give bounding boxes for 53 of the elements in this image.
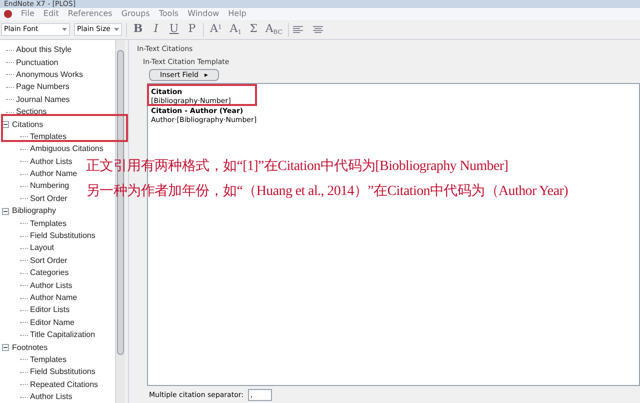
tree-item[interactable]: Sort Order bbox=[30, 194, 68, 203]
tree-item[interactable]: Layout bbox=[30, 244, 54, 252]
menu-item[interactable]: Edit bbox=[43, 10, 59, 18]
format-button[interactable]: P bbox=[185, 21, 199, 38]
collapse-icon[interactable] bbox=[2, 208, 9, 215]
tree-item[interactable]: Editor Lists bbox=[30, 306, 70, 314]
tree-item[interactable]: Templates bbox=[30, 356, 66, 364]
tree-item[interactable]: Page Numbers bbox=[16, 83, 70, 92]
format-button[interactable]: B bbox=[131, 21, 145, 38]
tree-item[interactable]: Sort Order bbox=[30, 256, 68, 265]
tree-item[interactable]: About this Style bbox=[16, 46, 72, 54]
tree-item[interactable]: Author Name bbox=[30, 294, 78, 302]
menu-item[interactable]: File bbox=[21, 10, 34, 18]
tree-item[interactable]: Numbering bbox=[30, 182, 70, 190]
tree-item[interactable]: Templates bbox=[30, 220, 66, 228]
tree-item[interactable]: Author Lists bbox=[30, 393, 72, 402]
annotation-text: 另一种为作者加年份，如“（Huang et al., 2014）”在Citation中代码为（Author Year) bbox=[86, 183, 568, 200]
tree-item[interactable]: Editor Name bbox=[30, 318, 74, 327]
menu-item[interactable]: Window bbox=[188, 10, 220, 18]
tree-item[interactable]: Citations bbox=[12, 120, 44, 129]
menu-item[interactable]: Groups bbox=[121, 10, 150, 18]
tree-item[interactable]: Author Lists bbox=[30, 282, 72, 290]
tree-item[interactable]: Title Capitalization bbox=[30, 331, 96, 340]
tree-item[interactable]: Author Name bbox=[30, 170, 78, 178]
menu-item[interactable]: References bbox=[68, 10, 112, 18]
tree-item[interactable]: Author Lists bbox=[30, 158, 72, 166]
menu-item[interactable]: Tools bbox=[158, 10, 179, 18]
tree-item[interactable]: Categories bbox=[30, 269, 69, 278]
format-button[interactable]: U bbox=[167, 21, 181, 38]
align-center-icon[interactable] bbox=[313, 26, 324, 34]
caret-icon bbox=[114, 28, 119, 31]
tree-item[interactable]: Sections bbox=[16, 108, 47, 116]
tree-item[interactable]: Punctuation bbox=[16, 58, 58, 67]
script-button[interactable]: A$^{1}$ bbox=[208, 21, 224, 38]
tree-item[interactable]: Bibliography bbox=[12, 207, 56, 216]
tree-item[interactable]: Field Substitutions bbox=[30, 232, 96, 240]
script-button[interactable]: Σ bbox=[248, 21, 260, 38]
script-button[interactable]: A$_{1}$ bbox=[228, 21, 244, 38]
annotation-text: 正文引用有两种格式，如“[1]”在Citation中代码为[Biobliography Number] bbox=[86, 158, 510, 175]
app-icon bbox=[4, 10, 12, 18]
tree-item[interactable]: Field Substitutions bbox=[30, 368, 96, 376]
tree-item[interactable]: Templates bbox=[30, 132, 66, 141]
tree-item[interactable]: Journal Names bbox=[16, 96, 70, 104]
align-left-icon[interactable] bbox=[293, 26, 304, 34]
script-button[interactable]: A$_{BC}$ bbox=[263, 21, 284, 38]
tree-item[interactable]: Ambiguous Citations bbox=[30, 145, 104, 154]
menu-item[interactable]: Help bbox=[228, 10, 246, 18]
tree-item[interactable]: Anonymous Works bbox=[16, 70, 83, 79]
caret-icon bbox=[62, 28, 67, 31]
tree-item[interactable]: Footnotes bbox=[12, 344, 48, 352]
format-button[interactable]: I bbox=[149, 21, 163, 38]
collapse-icon[interactable] bbox=[2, 344, 9, 352]
tree-item[interactable]: Repeated Citations bbox=[30, 380, 98, 389]
